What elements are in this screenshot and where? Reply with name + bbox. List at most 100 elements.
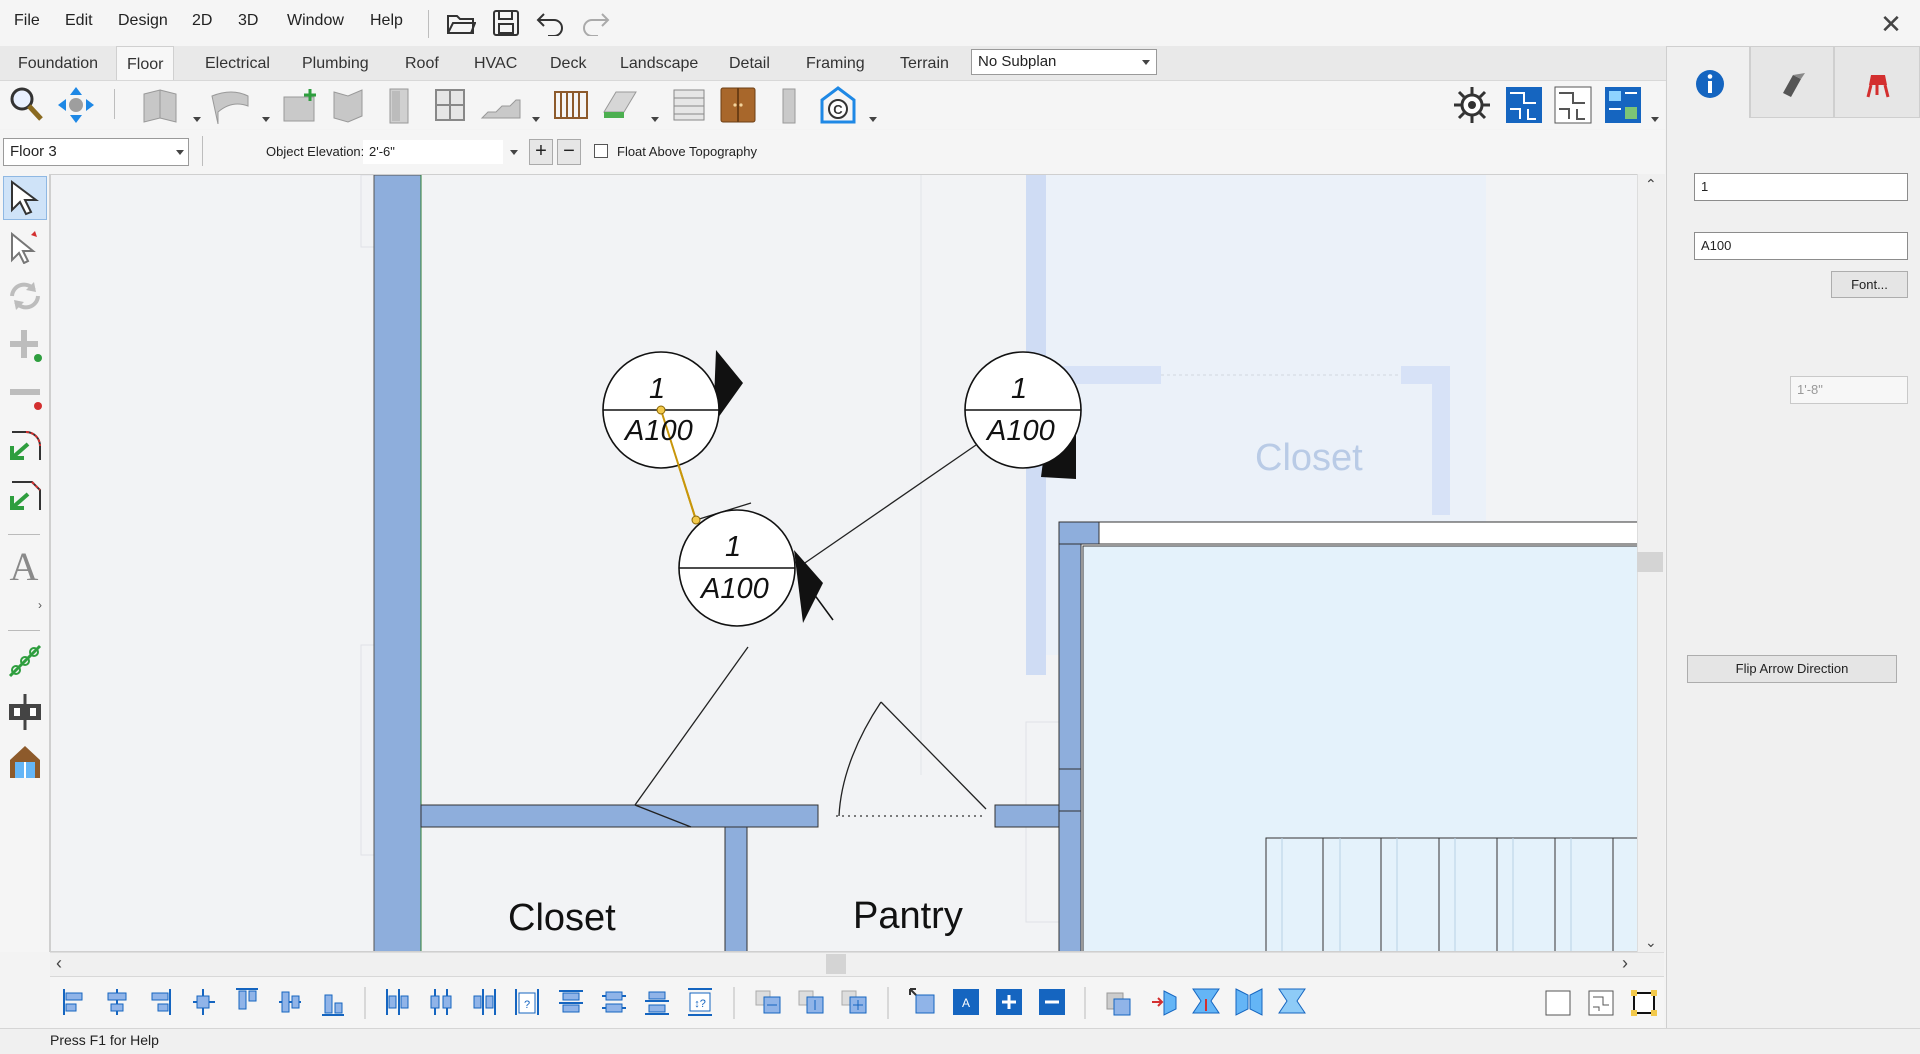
elevation-input[interactable]: 2'-6" <box>363 140 503 164</box>
panel-tab-furnishing[interactable] <box>1834 46 1920 118</box>
redo-icon[interactable] <box>580 10 610 36</box>
wardrobe-tool-icon[interactable] <box>718 85 758 125</box>
delete-point-icon[interactable] <box>6 378 44 414</box>
elevation-marker-2[interactable] <box>964 351 1082 469</box>
menu-help[interactable]: Help <box>370 12 403 30</box>
zoom-out-icon[interactable] <box>1039 989 1065 1015</box>
align-right-icon[interactable] <box>151 989 171 1015</box>
cabinet-row[interactable] <box>1265 837 1664 952</box>
plan-outline-icon[interactable] <box>1588 990 1614 1016</box>
chevron-down-icon[interactable] <box>1651 117 1659 122</box>
callout-tool-icon[interactable]: C <box>818 85 858 125</box>
floor-dropdown[interactable]: Floor 3 <box>3 138 189 166</box>
rectangle-view-icon[interactable] <box>1545 990 1571 1016</box>
undo-icon[interactable] <box>536 10 566 36</box>
align-bottom-icon[interactable] <box>322 994 344 1016</box>
tab-floor[interactable]: Floor <box>116 46 175 80</box>
chevron-down-icon[interactable] <box>193 117 201 122</box>
resize-icon[interactable] <box>909 988 935 1014</box>
elevation-dropdown-icon[interactable] <box>510 150 518 155</box>
horizontal-scrollbar[interactable] <box>50 952 1664 977</box>
tab-roof[interactable]: Roof <box>395 46 449 80</box>
elevation-view-icon[interactable] <box>1603 85 1643 125</box>
cabinet-wall-icon[interactable] <box>330 86 370 124</box>
horizontal-scroll-thumb[interactable] <box>826 954 846 974</box>
tab-landscape[interactable]: Landscape <box>610 46 708 80</box>
float-topography-checkbox[interactable] <box>594 144 608 158</box>
tab-framing[interactable]: Framing <box>796 46 875 80</box>
add-point-icon[interactable] <box>6 328 44 364</box>
mirror-red-icon[interactable] <box>1152 990 1177 1016</box>
align-center-icon[interactable] <box>107 989 127 1015</box>
menu-2d[interactable]: 2D <box>192 12 212 30</box>
distribute-middle-icon[interactable] <box>602 991 626 1013</box>
chamfer-icon[interactable] <box>6 476 44 514</box>
panel-tab-info[interactable] <box>1666 46 1750 118</box>
plan-canvas[interactable]: 1 A100 1 A100 1 A100 Closet Closet Pantr… <box>50 174 1664 952</box>
elevation-marker-3[interactable] <box>678 509 796 627</box>
menu-3d[interactable]: 3D <box>238 12 258 30</box>
callout-leader-line[interactable] <box>798 444 977 568</box>
distribute-center-icon[interactable] <box>430 989 452 1015</box>
transform-tool-icon[interactable] <box>6 692 44 732</box>
cabinet-tool-icon[interactable] <box>670 86 708 124</box>
panel-tab-style[interactable] <box>1750 46 1834 118</box>
selection-handle[interactable] <box>656 405 666 415</box>
join-tool-icon[interactable] <box>6 642 44 682</box>
door-leaf[interactable] <box>880 701 987 810</box>
wall-corner[interactable] <box>1058 521 1100 545</box>
tab-terrain[interactable]: Terrain <box>890 46 959 80</box>
tab-deck[interactable]: Deck <box>540 46 596 80</box>
align-left-icon[interactable] <box>63 989 83 1015</box>
chevron-down-icon[interactable] <box>532 117 540 122</box>
distribute-horizontal-icon[interactable]: ? <box>515 989 539 1015</box>
distribute-top-icon[interactable] <box>559 990 583 1013</box>
vertical-scroll-thumb[interactable] <box>1637 552 1663 572</box>
mirror-up-icon[interactable] <box>1192 988 1220 1014</box>
house-tool-icon[interactable] <box>6 742 44 782</box>
plan-view-icon[interactable] <box>1504 85 1544 125</box>
scroll-up-icon[interactable]: ⌃ <box>1645 176 1657 193</box>
callout-leader-line[interactable] <box>634 646 749 806</box>
floor-plan-drawing[interactable] <box>51 175 1664 952</box>
text-tool-icon[interactable]: A <box>6 546 44 586</box>
mirror-right-icon[interactable] <box>1235 988 1263 1016</box>
tab-detail[interactable]: Detail <box>719 46 780 80</box>
wall-segment[interactable] <box>1058 768 1082 812</box>
wall-vertical[interactable] <box>373 175 422 952</box>
room-tool-icon[interactable] <box>280 85 322 125</box>
flip-arrow-direction-button[interactable]: Flip Arrow Direction <box>1687 655 1897 683</box>
menu-window[interactable]: Window <box>287 12 344 30</box>
align-middle-icon[interactable] <box>279 991 301 1013</box>
tab-electrical[interactable]: Electrical <box>195 46 280 80</box>
railing-icon[interactable] <box>552 86 590 124</box>
wall-horizontal-left[interactable] <box>420 804 819 828</box>
scroll-down-icon[interactable]: ⌄ <box>1645 934 1657 951</box>
marker-bottom-text-field[interactable]: A100 <box>1694 232 1908 260</box>
scroll-left-icon[interactable]: ‹ <box>56 953 62 974</box>
distribute-vertical-icon[interactable]: ↕? <box>688 988 712 1016</box>
deck-tool-icon[interactable] <box>600 86 640 124</box>
center-point-icon[interactable] <box>193 989 215 1015</box>
reflect-horizontal-icon[interactable] <box>755 990 781 1014</box>
selection-handle[interactable] <box>691 515 701 525</box>
zoom-in-icon[interactable] <box>996 989 1022 1015</box>
elevation-plus-button[interactable]: + <box>529 139 553 165</box>
chevron-down-icon[interactable] <box>651 117 659 122</box>
menu-design[interactable]: Design <box>118 12 168 30</box>
subplan-dropdown[interactable]: No Subplan <box>971 49 1157 75</box>
scroll-right-icon[interactable]: › <box>1622 953 1628 974</box>
font-button[interactable]: Font... <box>1831 271 1908 298</box>
column-tool-icon[interactable] <box>776 85 802 125</box>
distribute-right-icon[interactable] <box>473 989 496 1015</box>
select-arrow-icon[interactable] <box>8 180 42 216</box>
distribute-left-icon[interactable] <box>386 989 409 1015</box>
tab-foundation[interactable]: Foundation <box>8 46 108 80</box>
expand-chevron-icon[interactable]: › <box>38 598 42 612</box>
marker-top-text-field[interactable]: 1 <box>1694 173 1908 201</box>
pan-icon[interactable] <box>56 85 96 125</box>
close-window-button[interactable]: ✕ <box>1876 10 1906 40</box>
tab-plumbing[interactable]: Plumbing <box>292 46 379 80</box>
camera-view-icon[interactable] <box>1452 85 1492 125</box>
wall-right-vertical[interactable] <box>1058 521 1082 952</box>
